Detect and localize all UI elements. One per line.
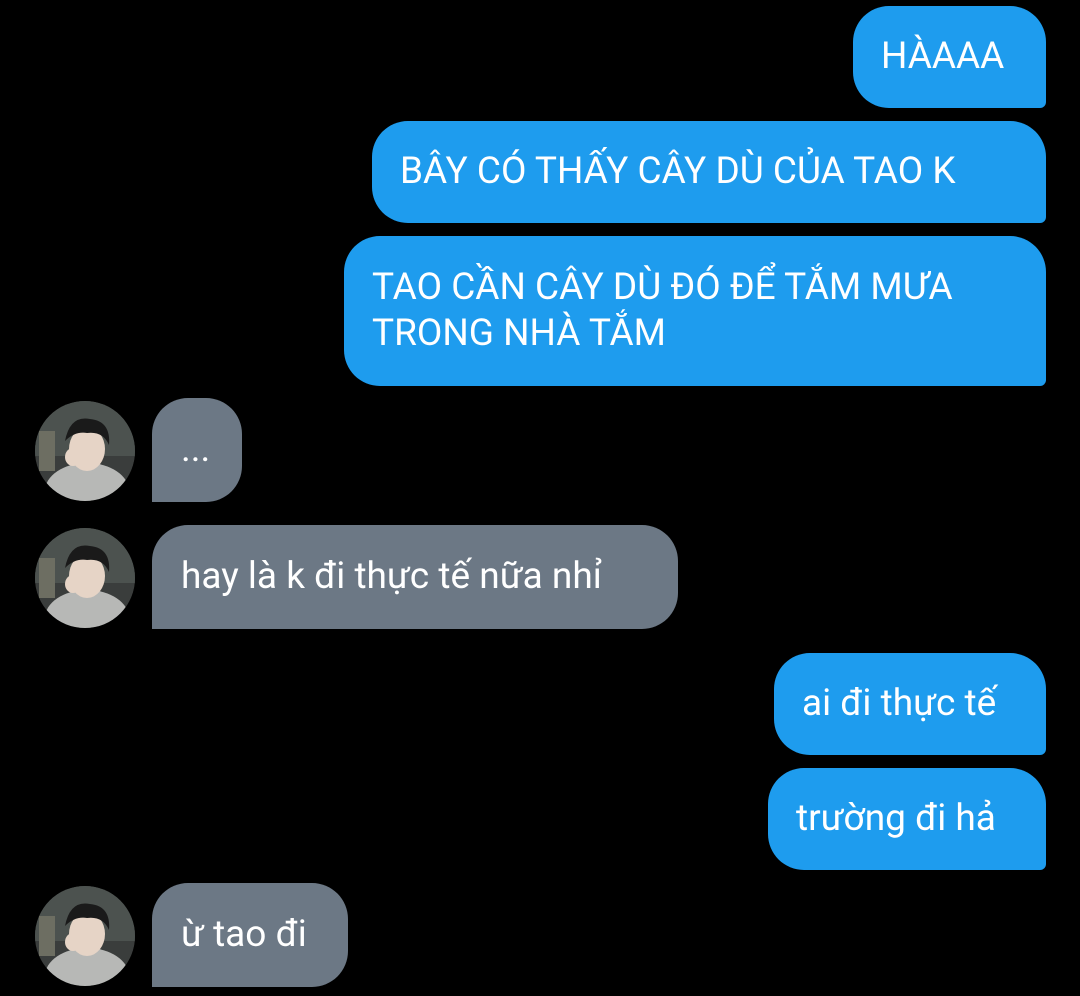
incoming-message-bubble[interactable]: hay là k đi thực tế nữa nhỉ [152,525,678,629]
message-text-line: TAO CẦN CÂY DÙ ĐÓ ĐỂ TẮM MƯA [372,266,953,309]
contact-avatar-photo-icon [35,401,135,501]
message-text: ừ tao đi [181,913,307,956]
contact-avatar[interactable] [35,886,135,986]
message-text: hay là k đi thực tế nữa nhỉ [181,555,602,598]
message-text-line: TRONG NHÀ TẮM [372,312,666,355]
contact-avatar-photo-icon [35,886,135,986]
message-text: ai đi thực tế [802,682,997,725]
incoming-message-bubble[interactable]: ừ tao đi [152,883,348,987]
outgoing-message-bubble[interactable]: ai đi thực tế [774,653,1046,755]
contact-avatar[interactable] [35,528,135,628]
outgoing-message-bubble[interactable]: TAO CẦN CÂY DÙ ĐÓ ĐỂ TẮM MƯA TRONG NHÀ T… [344,236,1046,386]
message-text: BÂY CÓ THẤY CÂY DÙ CỦA TAO K [400,150,956,193]
outgoing-message-bubble[interactable]: trường đi hả [768,768,1046,870]
chat-thread[interactable]: HÀAAA BÂY CÓ THẤY CÂY DÙ CỦA TAO K TAO C… [0,0,1080,996]
outgoing-message-bubble[interactable]: BÂY CÓ THẤY CÂY DÙ CỦA TAO K [372,121,1046,223]
incoming-message-bubble[interactable]: ... [152,398,242,502]
message-text: HÀAAA [881,35,1005,78]
contact-avatar-photo-icon [35,528,135,628]
contact-avatar[interactable] [35,401,135,501]
outgoing-message-bubble[interactable]: HÀAAA [853,6,1046,108]
message-text: ... [181,428,211,471]
message-text: trường đi hả [796,797,996,840]
